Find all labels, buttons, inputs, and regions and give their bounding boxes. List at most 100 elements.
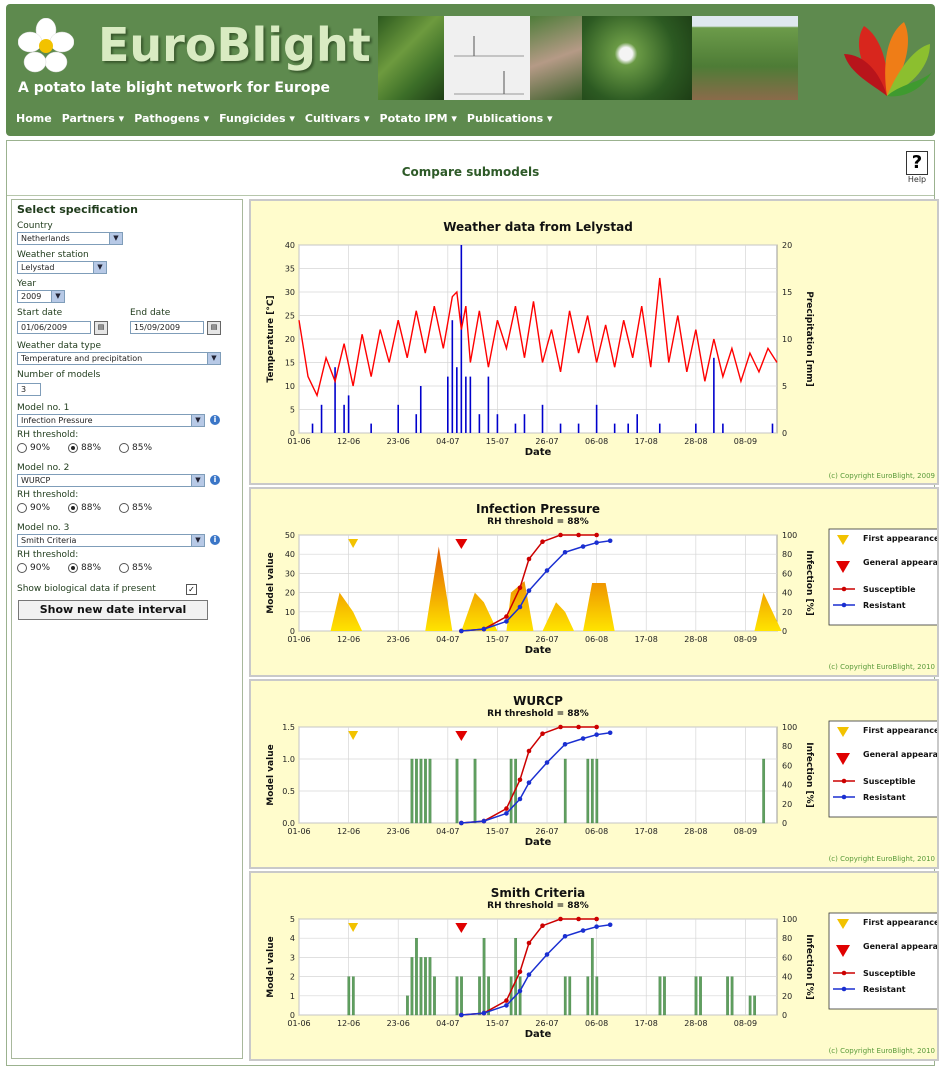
- resistant-point: [580, 736, 586, 741]
- model-value-bar: [509, 976, 513, 1016]
- plot-area: [298, 534, 778, 632]
- country-label: Country: [17, 221, 53, 231]
- resistant-point: [504, 1003, 509, 1008]
- legend-susceptible-label: Susceptible: [863, 777, 916, 786]
- model-value-bar: [694, 976, 698, 1016]
- model-value-bar: [595, 758, 599, 824]
- rh-radio-90[interactable]: 90%: [17, 443, 50, 453]
- show-date-interval-button[interactable]: Show new date interval: [18, 600, 208, 620]
- bio-data-label: Show biological data if present: [17, 584, 156, 594]
- rh-radio-88[interactable]: 88%: [68, 443, 101, 453]
- y2-axis-label: Infection [%]: [804, 550, 814, 615]
- resistant-point: [517, 988, 523, 994]
- nav-home[interactable]: Home: [16, 112, 52, 132]
- legend-general-label: General appearance: [863, 942, 937, 951]
- y2-axis-label: Infection [%]: [804, 742, 814, 807]
- number-models-input[interactable]: 3: [17, 383, 41, 396]
- model-value-bar: [415, 938, 418, 1016]
- info-icon[interactable]: i: [210, 415, 220, 425]
- y2-tick-label: 60: [782, 953, 792, 962]
- model-value-bar: [410, 957, 414, 1016]
- model-value-bar: [428, 957, 432, 1016]
- weather-type-select[interactable]: Temperature and precipitation ▼: [17, 352, 221, 365]
- chevron-down-icon: ▼: [191, 535, 204, 546]
- y2-tick-label: 40: [782, 973, 792, 982]
- legend-general-label: General appearance: [863, 750, 937, 759]
- model-value-bar: [726, 976, 729, 1016]
- main-nav: Home Partners ▾ Pathogens ▾ Fungicides ▾…: [16, 112, 553, 132]
- y-tick-label: 40: [285, 241, 295, 250]
- weather-chart: 05101520253035400510152001-06 12-06 23-06 0…: [266, 220, 935, 480]
- model2-select[interactable]: WURCP ▼: [17, 474, 205, 487]
- rh-radio-85[interactable]: 85%: [119, 563, 152, 573]
- info-icon[interactable]: i: [210, 535, 220, 545]
- y-tick-label: 40: [285, 550, 295, 559]
- legend-first-label: First appearance: [863, 534, 937, 543]
- model1-select[interactable]: Infection Pressure ▼: [17, 414, 205, 427]
- bio-data-checkbox[interactable]: ✓: [186, 584, 197, 595]
- legend-resistant-label: Resistant: [863, 601, 906, 610]
- model-value-bar: [415, 758, 418, 824]
- legend-susceptible-label: Susceptible: [863, 585, 916, 594]
- rh-radio-88[interactable]: 88%: [68, 503, 101, 513]
- calendar-icon[interactable]: ▤: [94, 321, 108, 335]
- x-tick-label: 26-07: [535, 1019, 558, 1028]
- model-value-bar: [509, 758, 513, 824]
- resistant-point: [517, 796, 523, 802]
- susceptible-point: [517, 969, 523, 975]
- legend-first-label: First appearance: [863, 918, 937, 927]
- x-tick-label: 28-08: [684, 1019, 707, 1028]
- rh-radio-88[interactable]: 88%: [68, 563, 101, 573]
- nav-potato-ipm[interactable]: Potato IPM ▾: [380, 112, 457, 132]
- nav-publications[interactable]: Publications ▾: [467, 112, 553, 132]
- info-icon[interactable]: i: [210, 475, 220, 485]
- x-tick-label: 28-08: [684, 437, 707, 446]
- y-tick-label: 25: [285, 312, 295, 321]
- calendar-icon[interactable]: ▤: [207, 321, 221, 335]
- section-title: Select specification: [17, 203, 138, 216]
- y-tick-label: 30: [285, 569, 295, 578]
- end-date-input[interactable]: 15/09/2009: [130, 321, 204, 334]
- rh-threshold-label: RH threshold:: [17, 550, 79, 560]
- legend-resistant-point: [841, 602, 847, 608]
- country-select[interactable]: Netherlands ▼: [17, 232, 123, 245]
- resistant-point: [481, 1010, 487, 1016]
- model-value-bar: [347, 976, 351, 1016]
- resistant-point: [459, 628, 464, 634]
- start-date-input[interactable]: 01/06/2009: [17, 321, 91, 334]
- chart-title: Smith Criteria: [491, 886, 586, 900]
- legend-box: [828, 528, 937, 626]
- nav-pathogens[interactable]: Pathogens ▾: [134, 112, 209, 132]
- legend-susceptible-point: [841, 970, 847, 976]
- chevron-down-icon: ▼: [93, 262, 106, 273]
- station-select[interactable]: Lelystad ▼: [17, 261, 107, 274]
- nav-fungicides[interactable]: Fungicides ▾: [219, 112, 295, 132]
- rh-radio-85[interactable]: 85%: [119, 503, 152, 513]
- x-tick-label: 17-08: [635, 437, 658, 446]
- help-label: Help: [907, 175, 927, 184]
- x-tick-label: 08-09: [734, 827, 757, 836]
- year-select[interactable]: 2009 ▼: [17, 290, 65, 303]
- rh-radio-85[interactable]: 85%: [119, 443, 152, 453]
- y-tick-label: 50: [285, 531, 295, 540]
- help-icon: ?: [906, 151, 928, 175]
- rh-radio-90[interactable]: 90%: [17, 503, 50, 513]
- y-axis-label: Model value: [266, 744, 276, 805]
- resistant-point: [607, 922, 613, 928]
- model3-select[interactable]: Smith Criteria ▼: [17, 534, 205, 547]
- rh-radio-90[interactable]: 90%: [17, 563, 50, 573]
- model2-label: Model no. 2: [17, 463, 70, 473]
- nav-cultivars[interactable]: Cultivars ▾: [305, 112, 370, 132]
- resistant-point: [544, 568, 550, 573]
- legend-resistant-label: Resistant: [863, 985, 906, 994]
- nav-partners[interactable]: Partners ▾: [62, 112, 125, 132]
- model-value-bar: [658, 976, 662, 1016]
- model-value-bar: [586, 976, 590, 1016]
- susceptible-point: [526, 748, 532, 754]
- x-axis-label: Date: [525, 1029, 552, 1040]
- help-button[interactable]: ? Help: [906, 151, 928, 184]
- y2-tick-label: 5: [782, 382, 787, 391]
- legend-susceptible-point: [841, 586, 847, 592]
- susceptible-point: [517, 585, 523, 591]
- x-tick-label: 12-06: [337, 1019, 360, 1028]
